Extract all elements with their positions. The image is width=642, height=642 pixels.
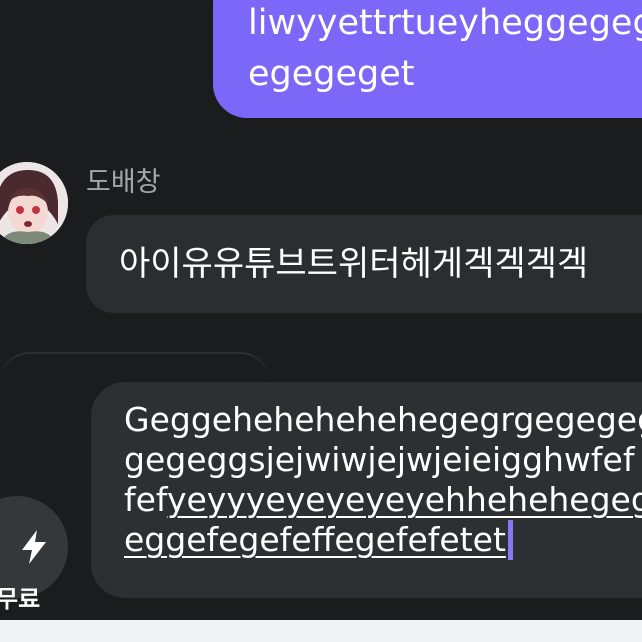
quick-action-label: 무료 — [0, 585, 41, 613]
avatar-image — [0, 162, 68, 244]
quick-action-button[interactable] — [0, 496, 68, 598]
incoming-message-bubble[interactable]: 아이유유튜브트위터헤게겍겍겍겍 — [86, 215, 642, 313]
lightning-icon — [22, 530, 46, 564]
text-caret — [507, 520, 513, 560]
message-input[interactable]: Geggehehehehehegegrgegegeg gegeggsjejwiw… — [91, 382, 642, 598]
avatar[interactable] — [0, 162, 68, 244]
input-text-plain: fef — [124, 480, 167, 519]
input-text-composing: eggefegefeffegefefetet — [124, 520, 506, 559]
sender-name: 도배창 — [86, 167, 161, 198]
chat-screen: liwyyettrtueyheggegeg egegeget 도배창 아이유유튜… — [0, 0, 642, 642]
outgoing-message-bubble[interactable]: liwyyettrtueyheggegeg egegeget — [213, 0, 642, 118]
input-text-composing: yeyyyeyeyeyeyehhehehegeg — [166, 480, 642, 519]
incoming-message-text: 아이유유튜브트위터헤게겍겍겍겍 — [119, 244, 589, 284]
input-text-line: eggefegefeffegefefetet — [124, 520, 642, 560]
input-text-line: Geggehehehehehegegrgegegeg — [124, 400, 642, 439]
input-text-line: fefyeyyyeyeyeyeyehhehehegeg — [124, 480, 642, 520]
outgoing-message-line: liwyyettrtueyheggegeg — [248, 3, 642, 43]
outgoing-message-line: egegeget — [248, 54, 415, 94]
input-text-line: gegeggsjejwiwjejwjeieigghwfef — [124, 440, 635, 479]
bottom-strip — [0, 620, 642, 642]
